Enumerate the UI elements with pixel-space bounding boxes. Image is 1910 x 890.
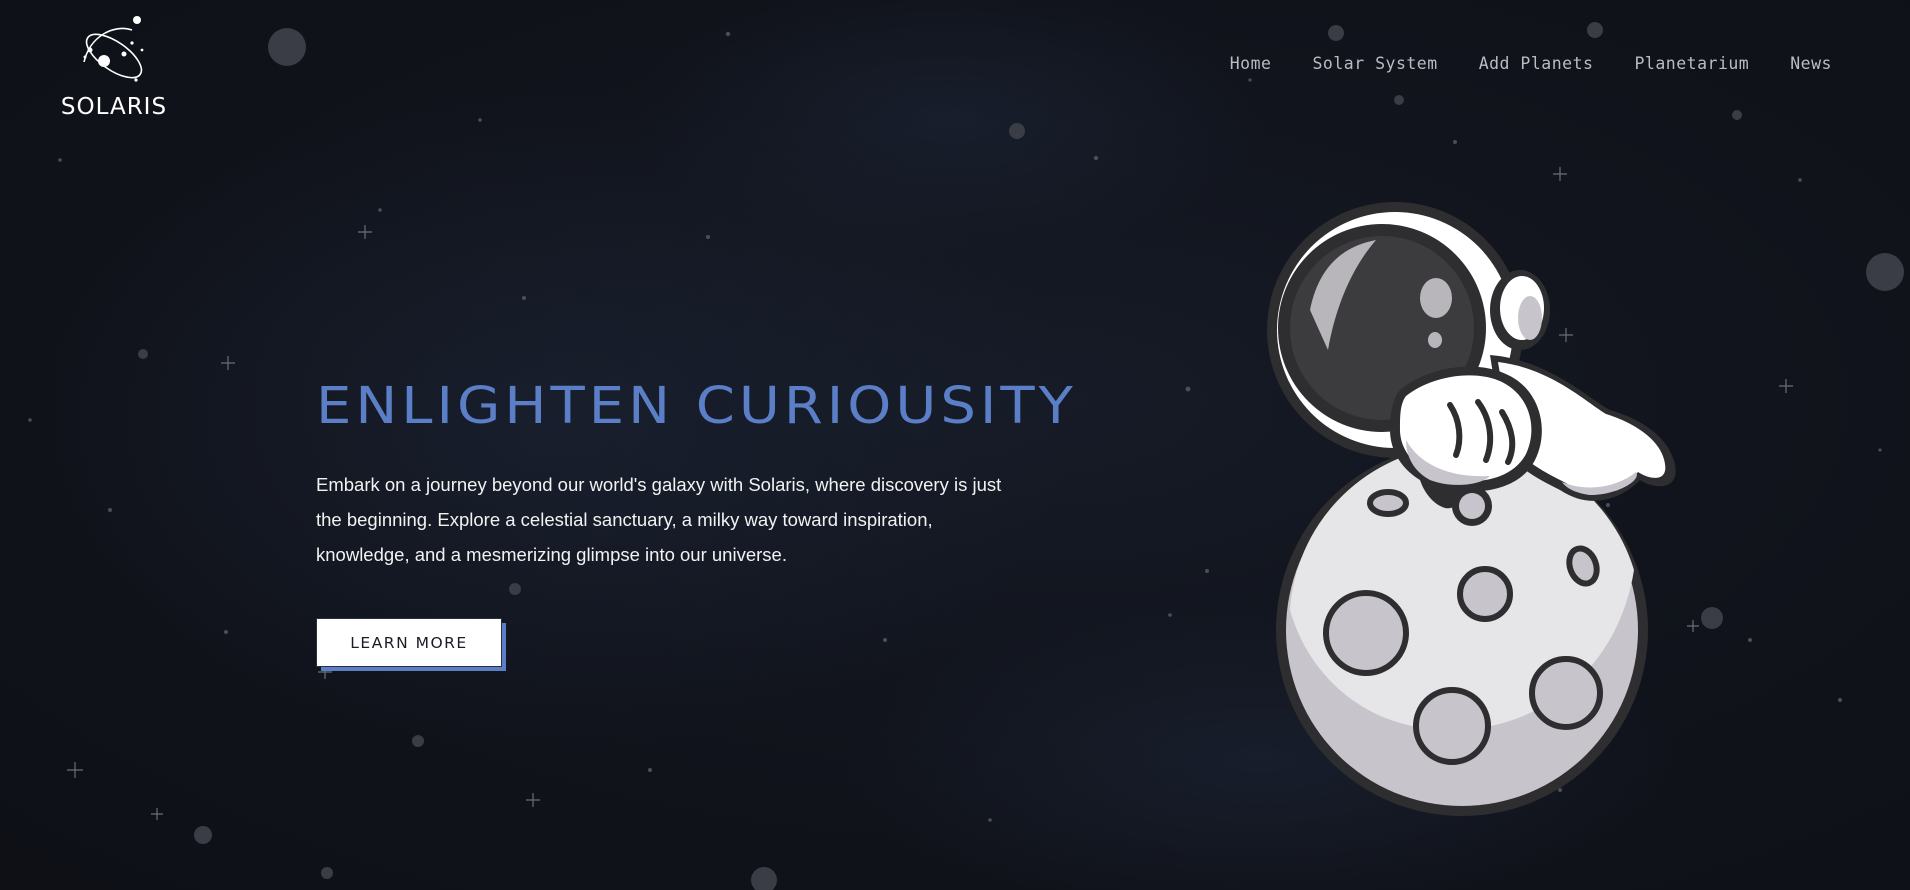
nav-solar-system[interactable]: Solar System (1312, 54, 1437, 73)
brand-name: SOLARIS (60, 94, 168, 120)
brand-logo[interactable]: SOLARIS (56, 16, 172, 120)
main-nav: Home Solar System Add Planets Planetariu… (1189, 54, 1832, 73)
hero-title: ENLIGHTEN CURIOUSITY (316, 377, 1077, 436)
astronaut-on-moon-illustration (1267, 202, 1676, 816)
learn-more-button[interactable]: LEARN MORE (316, 618, 502, 667)
hero-description: Embark on a journey beyond our world's g… (316, 474, 1002, 565)
nav-planetarium[interactable]: Planetarium (1634, 54, 1749, 73)
nav-add-planets[interactable]: Add Planets (1479, 54, 1594, 73)
nav-home[interactable]: Home (1230, 54, 1272, 73)
nav-news[interactable]: News (1790, 54, 1832, 73)
planet-orbit-icon (83, 16, 144, 82)
